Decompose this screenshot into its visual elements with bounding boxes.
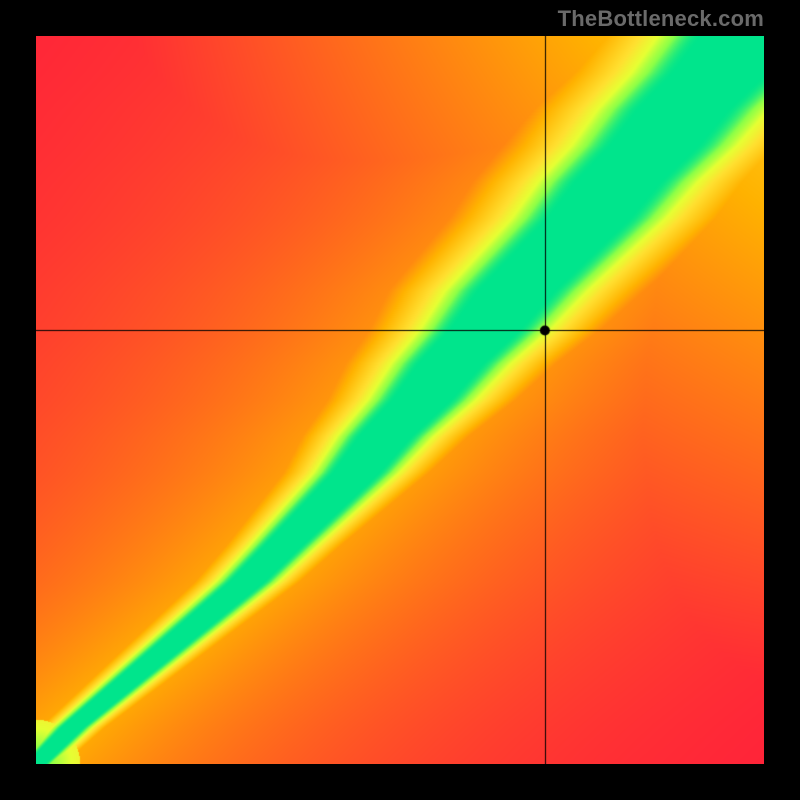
heatmap-canvas	[36, 36, 764, 764]
watermark-text: TheBottleneck.com	[558, 6, 764, 32]
outer-frame: TheBottleneck.com	[0, 0, 800, 800]
